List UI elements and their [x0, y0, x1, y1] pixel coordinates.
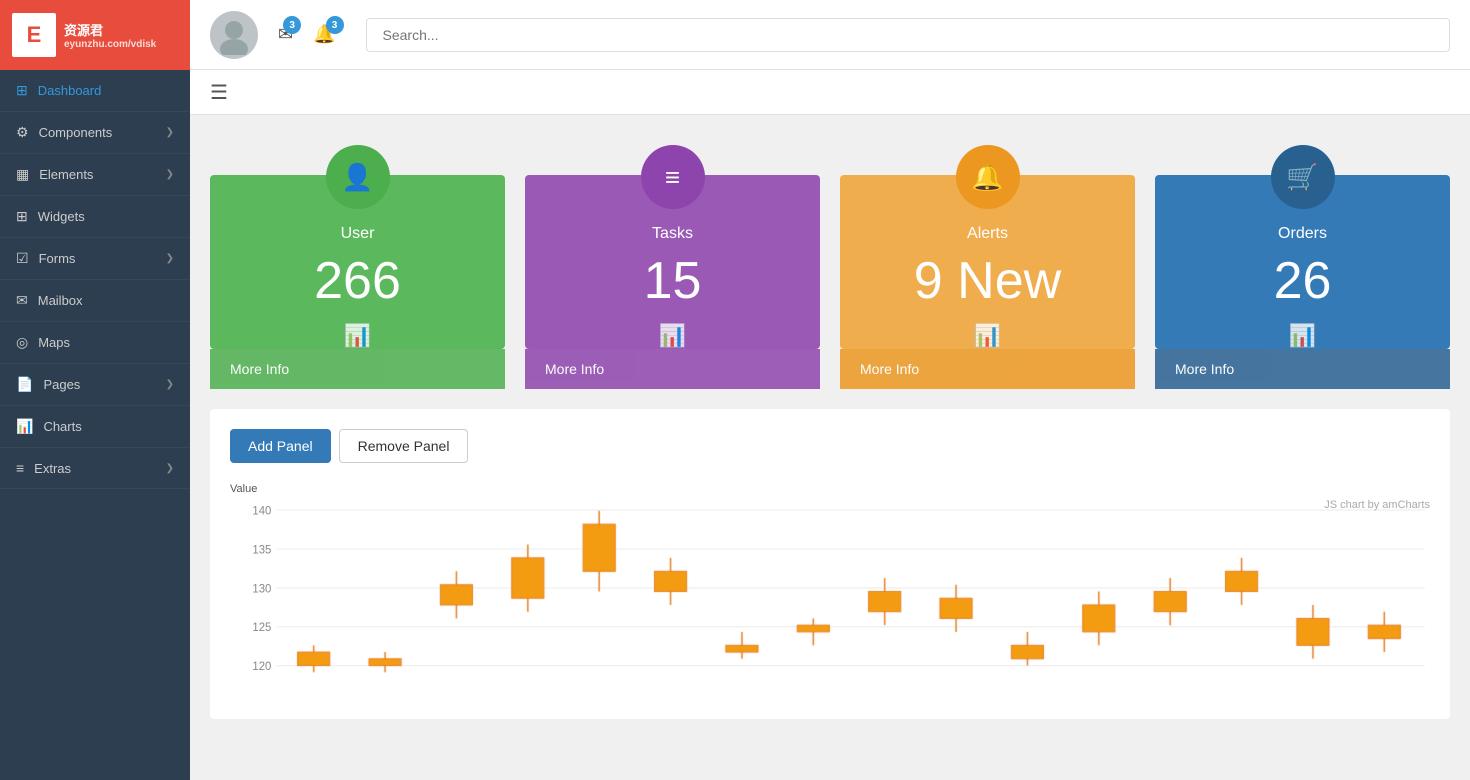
- logo-text: 资源君 eyunzhu.com/vdisk: [64, 20, 156, 50]
- sidebar-item-extras[interactable]: ≡ Extras ❯: [0, 448, 190, 489]
- sidebar-item-pages[interactable]: 📄 Pages ❯: [0, 364, 190, 406]
- sidebar-label-pages: Pages: [43, 377, 80, 392]
- sidebar-icon-charts: 📊: [16, 418, 33, 435]
- chevron-icon: ❯: [166, 463, 174, 474]
- sidebar-label-widgets: Widgets: [38, 209, 85, 224]
- logo-box: E: [12, 13, 56, 57]
- chart-container: Value JS chart by amCharts 140 135 130: [230, 483, 1430, 699]
- chevron-icon: ❯: [166, 253, 174, 264]
- stat-card-tasks: ≡ Tasks 15 📊 More Info: [525, 135, 820, 389]
- stat-card-icon-user: 👤: [326, 145, 390, 209]
- stat-card-value-alerts: 9 New: [860, 251, 1115, 311]
- chevron-icon: ❯: [166, 169, 174, 180]
- sidebar-label-mailbox: Mailbox: [38, 293, 83, 308]
- sidebar-item-maps[interactable]: ◎ Maps: [0, 322, 190, 364]
- stat-card-orders: 🛒 Orders 26 📊 More Info: [1155, 135, 1450, 389]
- stat-card-alerts: 🔔 Alerts 9 New 📊 More Info: [840, 135, 1135, 389]
- sidebar-item-forms[interactable]: ☑ Forms ❯: [0, 238, 190, 280]
- sidebar: E 资源君 eyunzhu.com/vdisk ⊞ Dashboard ⚙ Co…: [0, 0, 190, 780]
- sidebar-icon-dashboard: ⊞: [16, 82, 28, 99]
- stat-card-bars-tasks: 📊: [545, 323, 800, 349]
- hamburger-icon[interactable]: ☰: [210, 80, 228, 105]
- stat-card-label-alerts: Alerts: [860, 225, 1115, 243]
- stat-card-bars-alerts: 📊: [860, 323, 1115, 349]
- chevron-icon: ❯: [166, 127, 174, 138]
- bell-icon-wrap[interactable]: 🔔 3: [313, 24, 335, 45]
- stat-card-value-orders: 26: [1175, 251, 1430, 311]
- chart-section: Add Panel Remove Panel Value JS chart by…: [210, 409, 1450, 719]
- stat-card-value-user: 266: [230, 251, 485, 311]
- stat-card-label-tasks: Tasks: [545, 225, 800, 243]
- sidebar-icon-maps: ◎: [16, 334, 28, 351]
- sidebar-icon-widgets: ⊞: [16, 208, 28, 225]
- stat-card-icon-alerts: 🔔: [956, 145, 1020, 209]
- search-box: [366, 18, 1450, 52]
- stat-card-label-orders: Orders: [1175, 225, 1430, 243]
- chart-area: JS chart by amCharts 140 135 130 125 1: [230, 499, 1430, 699]
- mail-badge: 3: [283, 16, 301, 34]
- remove-panel-button[interactable]: Remove Panel: [339, 429, 469, 463]
- sidebar-label-components: Components: [39, 125, 113, 140]
- sidebar-label-dashboard: Dashboard: [38, 83, 102, 98]
- chart-buttons: Add Panel Remove Panel: [230, 429, 1430, 463]
- avatar: [210, 11, 258, 59]
- sidebar-label-elements: Elements: [39, 167, 93, 182]
- main-content: ✉ 3 🔔 3 ☰ 👤 User 266 📊 More Info: [190, 0, 1470, 780]
- sidebar-icon-pages: 📄: [16, 376, 33, 393]
- stat-cards: 👤 User 266 📊 More Info ≡ Tasks 15 📊 More…: [210, 135, 1450, 389]
- mail-icon-wrap[interactable]: ✉ 3: [278, 24, 293, 45]
- sidebar-label-forms: Forms: [39, 251, 76, 266]
- stat-card-footer-tasks[interactable]: More Info: [525, 349, 820, 389]
- stat-card-footer-user[interactable]: More Info: [210, 349, 505, 389]
- alert-badge: 3: [326, 16, 344, 34]
- menu-bar: ☰: [190, 70, 1470, 115]
- sidebar-item-dashboard[interactable]: ⊞ Dashboard: [0, 70, 190, 112]
- sidebar-label-maps: Maps: [38, 335, 70, 350]
- stat-card-user: 👤 User 266 📊 More Info: [210, 135, 505, 389]
- page-body: 👤 User 266 📊 More Info ≡ Tasks 15 📊 More…: [190, 115, 1470, 780]
- header-icons: ✉ 3 🔔 3: [278, 24, 336, 45]
- sidebar-icon-elements: ▦: [16, 166, 29, 183]
- sidebar-logo: E 资源君 eyunzhu.com/vdisk: [0, 0, 190, 70]
- stat-card-value-tasks: 15: [545, 251, 800, 311]
- chart-value-label: Value: [230, 483, 1430, 495]
- sidebar-icon-forms: ☑: [16, 250, 29, 267]
- sidebar-item-widgets[interactable]: ⊞ Widgets: [0, 196, 190, 238]
- stat-card-footer-alerts[interactable]: More Info: [840, 349, 1135, 389]
- chevron-icon: ❯: [166, 379, 174, 390]
- stat-card-icon-tasks: ≡: [641, 145, 705, 209]
- stat-card-bars-user: 📊: [230, 323, 485, 349]
- sidebar-label-charts: Charts: [43, 419, 81, 434]
- stat-card-label-user: User: [230, 225, 485, 243]
- sidebar-label-extras: Extras: [34, 461, 71, 476]
- add-panel-button[interactable]: Add Panel: [230, 429, 331, 463]
- sidebar-icon-mailbox: ✉: [16, 292, 28, 309]
- sidebar-item-components[interactable]: ⚙ Components ❯: [0, 112, 190, 154]
- stat-card-icon-orders: 🛒: [1271, 145, 1335, 209]
- sidebar-icon-extras: ≡: [16, 460, 24, 476]
- sidebar-icon-components: ⚙: [16, 124, 29, 141]
- header: ✉ 3 🔔 3: [190, 0, 1470, 70]
- search-input[interactable]: [366, 18, 1450, 52]
- sidebar-item-elements[interactable]: ▦ Elements ❯: [0, 154, 190, 196]
- sidebar-item-charts[interactable]: 📊 Charts: [0, 406, 190, 448]
- sidebar-item-mailbox[interactable]: ✉ Mailbox: [0, 280, 190, 322]
- stat-card-bars-orders: 📊: [1175, 323, 1430, 349]
- stat-card-footer-orders[interactable]: More Info: [1155, 349, 1450, 389]
